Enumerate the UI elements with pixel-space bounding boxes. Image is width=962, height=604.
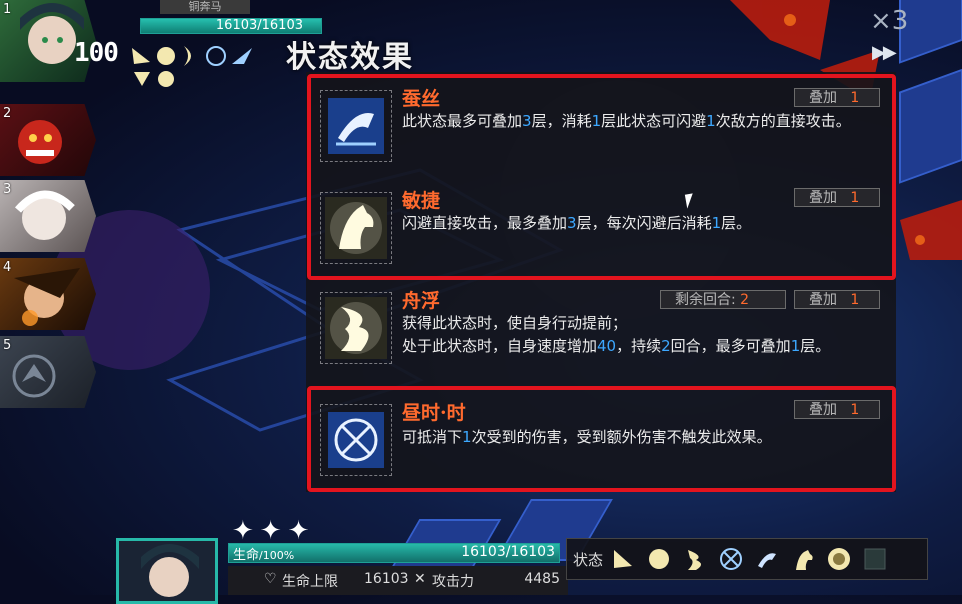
party-slot-4[interactable]: 4 xyxy=(0,258,96,330)
panel-title: 状态效果 xyxy=(286,40,414,75)
empty-slot-emblem-icon xyxy=(12,354,56,398)
attack-label: 攻击力 xyxy=(432,574,474,590)
fist-circle-icon[interactable] xyxy=(825,545,853,573)
hero-portrait-selected xyxy=(141,544,199,597)
claw-icon[interactable] xyxy=(609,545,637,573)
desc-text: 层。 xyxy=(800,337,831,355)
fist-circle-icon xyxy=(158,71,174,87)
horse-head-icon[interactable] xyxy=(789,545,817,573)
highlight-box-bottom xyxy=(307,386,896,492)
slot-number: 3 xyxy=(3,182,12,197)
status-icon-bar[interactable]: 状态 xyxy=(566,538,928,580)
hp-percent: /100% xyxy=(259,549,295,562)
party-slot-3[interactable]: 3 xyxy=(0,180,96,252)
bottom-hp-bar: 生命/100% 16103/16103 xyxy=(228,543,560,563)
stack-label: 叠加 xyxy=(809,292,837,308)
max-hp-label: 生命上限 xyxy=(282,574,338,590)
party-slot-2[interactable]: 2 xyxy=(0,104,96,176)
slot-number: 4 xyxy=(3,260,12,275)
desc-text: ，持续 xyxy=(616,337,662,355)
turns-value: 2 xyxy=(740,292,750,308)
claw-icon xyxy=(132,48,150,64)
party-slot-5[interactable]: 5 xyxy=(0,336,96,408)
status-label: 状态 xyxy=(573,551,604,569)
effect-float: 舟浮 剩余回合: 2 叠加 1 获得此状态时，使自身行动提前； 处于此状态时，自身… xyxy=(306,284,896,384)
silkworm-icon xyxy=(232,48,252,64)
fist-icon xyxy=(157,47,175,65)
effect-icon-frame xyxy=(320,292,392,364)
hero-portrait-3 xyxy=(14,190,75,240)
locked-slot-icon xyxy=(861,545,889,573)
slot-number: 2 xyxy=(3,106,12,121)
turns-tag: 剩余回合: 2 xyxy=(660,290,786,309)
hp-value: 16103/16103 xyxy=(461,544,555,560)
fist-icon[interactable] xyxy=(645,545,673,573)
game-speed-button[interactable]: ×3 xyxy=(870,6,908,36)
wave-hand-icon xyxy=(184,46,191,66)
horse-head-icon xyxy=(134,72,150,86)
hero-portrait-4 xyxy=(14,268,80,326)
slot-number: 5 xyxy=(3,338,12,353)
silkworm-icon[interactable] xyxy=(753,545,781,573)
unit-level: 100 xyxy=(74,38,119,68)
wave-hand-icon[interactable] xyxy=(681,545,709,573)
hero-portrait-2 xyxy=(18,120,62,164)
attack-icon: ✕ xyxy=(414,571,426,587)
turns-label: 剩余回合: xyxy=(675,292,736,308)
top-unit-hp-text: 16103/16103 xyxy=(215,18,303,33)
unit-name-plate: 铜奔马 xyxy=(160,0,250,14)
crossed-swords-circle-icon[interactable] xyxy=(717,545,745,573)
hp-label: 生命 xyxy=(233,548,260,563)
desc-text: 回合，最多可叠加 xyxy=(670,337,791,355)
heart-icon: ♡ xyxy=(264,571,277,587)
effect-description: 获得此状态时，使自身行动提前； 处于此状态时，自身速度增加40，持续2回合，最多可… xyxy=(402,312,882,358)
hp-label-group: 生命/100% xyxy=(233,544,294,563)
stack-value: 1 xyxy=(850,292,860,308)
crossed-swords-circle-icon xyxy=(206,46,226,66)
highlight-box-top xyxy=(307,74,896,280)
fast-forward-button[interactable]: ▶▶ xyxy=(872,42,897,63)
stack-tag: 叠加 1 xyxy=(794,290,880,309)
attack-value: 4485 xyxy=(524,571,560,587)
effect-name: 舟浮 xyxy=(402,290,441,312)
max-hp-value: 16103 xyxy=(364,571,409,587)
highlight-number: 40 xyxy=(597,337,617,355)
stat-row: ♡ 生命上限 16103 ✕ 攻击力 4485 xyxy=(228,566,568,595)
bottom-hud: ✦✦✦ 生命/100% 16103/16103 ♡ 生命上限 16103 ✕ 攻… xyxy=(110,512,962,604)
selected-hero-portrait[interactable] xyxy=(116,538,218,604)
top-unit-buff-icons xyxy=(132,46,252,87)
highlight-number: 1 xyxy=(790,337,801,355)
desc-text: 获得此状态时，使自身行动提前； xyxy=(402,314,628,332)
slot-number: 1 xyxy=(3,2,12,17)
hero-stars: ✦✦✦ xyxy=(232,516,316,546)
desc-text: 处于此状态时，自身速度增加 xyxy=(402,337,598,355)
wave-hand-icon xyxy=(325,297,387,359)
highlight-number: 2 xyxy=(661,337,671,355)
